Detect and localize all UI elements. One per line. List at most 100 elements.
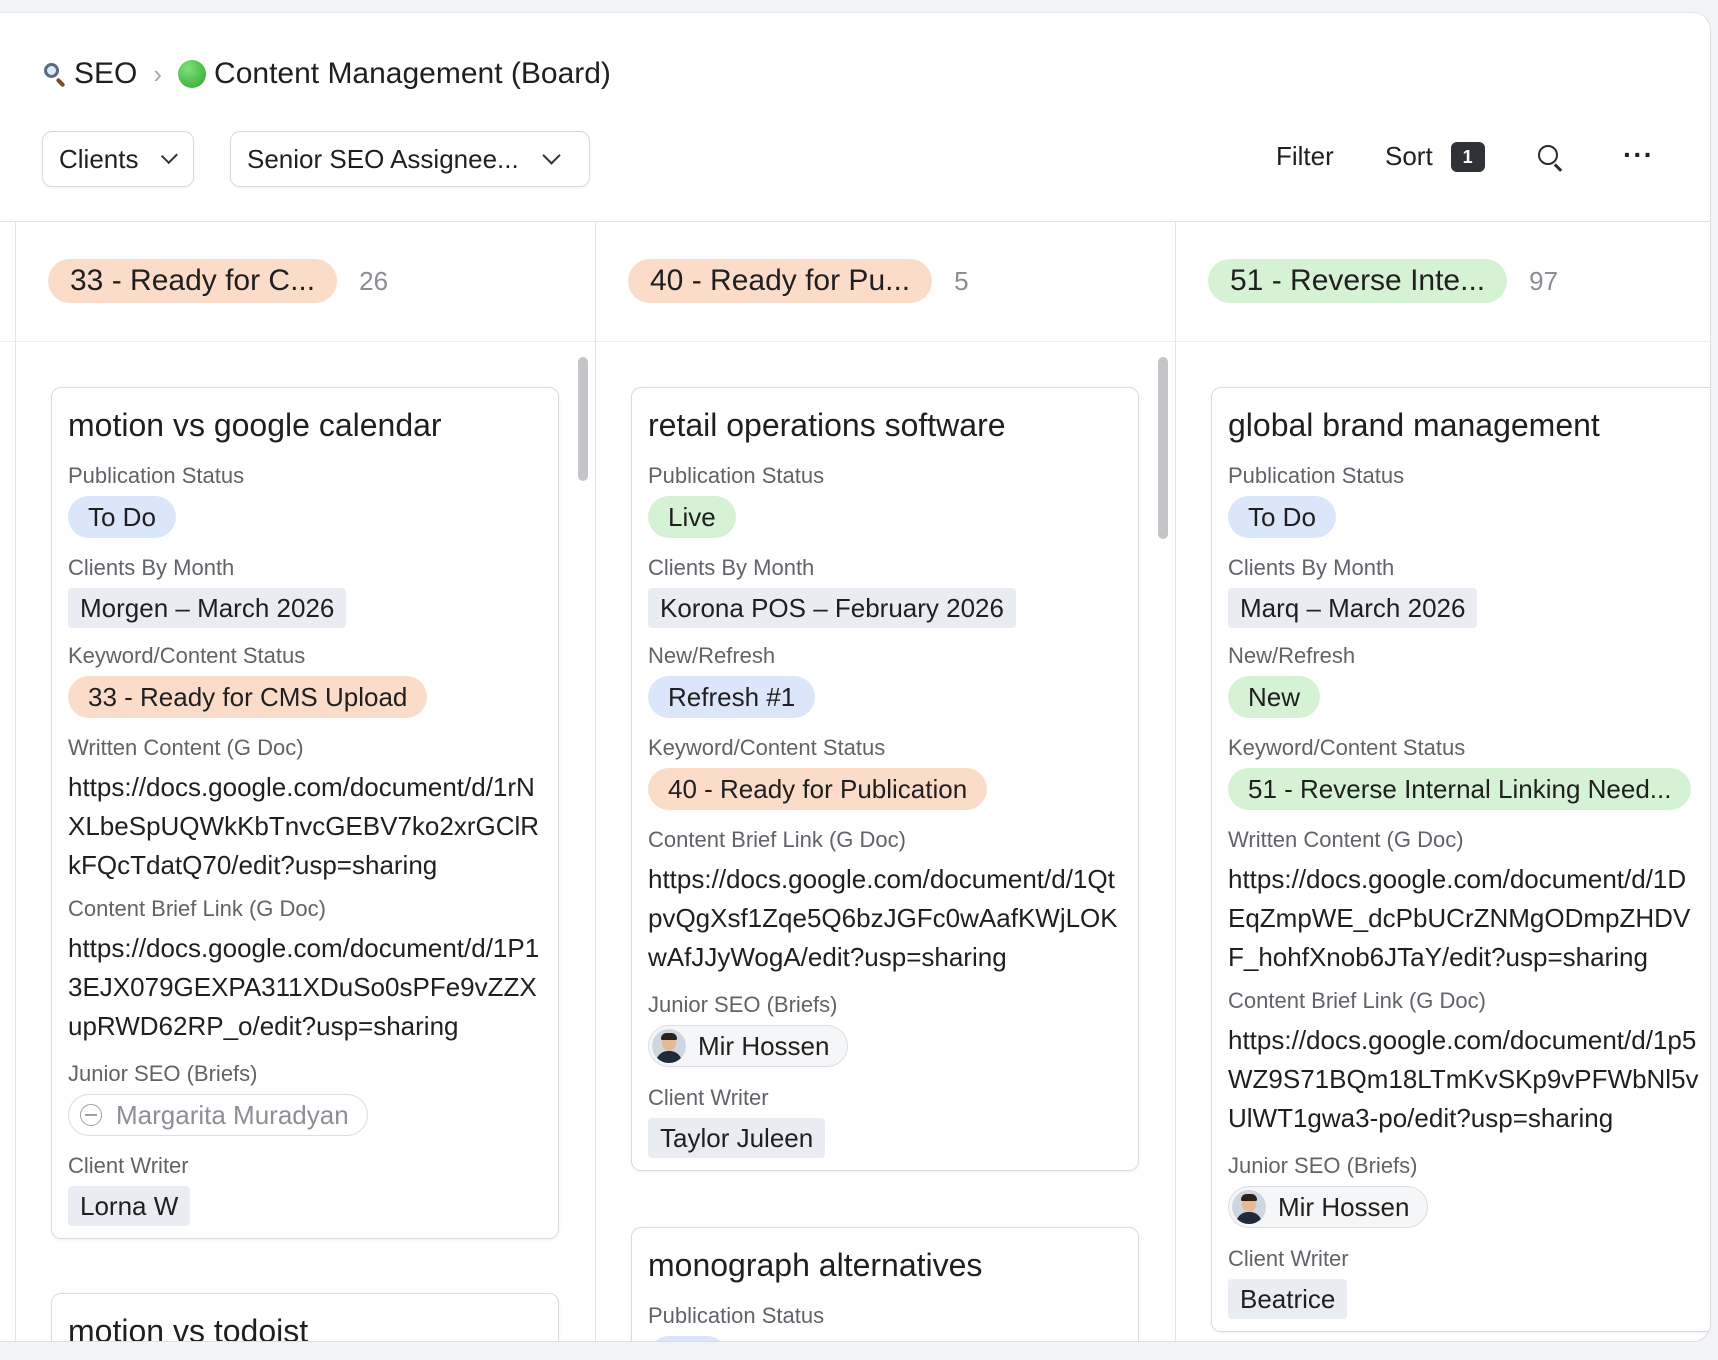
person-name: Mir Hossen xyxy=(1278,1192,1410,1222)
breadcrumb-separator-icon: › xyxy=(153,58,163,89)
field-label: Keyword/Content Status xyxy=(1228,735,1466,760)
written-content-link[interactable]: https://docs.google.com/document/d/1DEqZ… xyxy=(1228,860,1702,977)
publication-status-tag xyxy=(648,1336,728,1341)
field-label: Publication Status xyxy=(68,463,245,488)
client-writer-tag: Lorna W xyxy=(68,1186,191,1226)
publication-status-tag: To Do xyxy=(68,496,176,538)
field-label: Client Writer xyxy=(1228,1246,1349,1271)
content-brief-link[interactable]: https://docs.google.com/document/d/1Qtpv… xyxy=(648,860,1122,977)
card-motion-vs-google-calendar[interactable]: motion vs google calendar Publication St… xyxy=(51,387,559,1239)
card-title: monograph alternatives xyxy=(648,1247,983,1283)
card-global-brand-management[interactable]: global brand management Publication Stat… xyxy=(1211,387,1710,1332)
column-count: 97 xyxy=(1529,265,1559,296)
breadcrumb-current[interactable]: Content Management (Board) xyxy=(178,57,611,91)
junior-seo-person[interactable]: Margarita Muradyan xyxy=(68,1094,368,1136)
field-label: Content Brief Link (G Doc) xyxy=(68,896,326,921)
search-icon[interactable] xyxy=(1536,143,1566,173)
field-label: Junior SEO (Briefs) xyxy=(68,1061,258,1086)
column-count: 26 xyxy=(359,265,389,296)
breadcrumb: SEO › Content Management (Board) xyxy=(42,57,611,91)
column-header-51[interactable]: 51 - Reverse Inte... 97 xyxy=(1208,259,1558,303)
field-label: Content Brief Link (G Doc) xyxy=(1228,988,1486,1013)
junior-seo-person[interactable]: Mir Hossen xyxy=(1228,1186,1429,1228)
board-window: SEO › Content Management (Board) Clients… xyxy=(0,12,1711,1342)
board-top-divider xyxy=(0,221,1710,222)
field-label: Content Brief Link (G Doc) xyxy=(648,827,906,852)
column-33-body: motion vs google calendar Publication St… xyxy=(16,343,595,1341)
column-scrollbar[interactable] xyxy=(578,357,588,481)
filter-button-label: Filter xyxy=(1276,141,1334,171)
magnifier-emoji-icon xyxy=(42,62,66,88)
card-retail-operations-software[interactable]: retail operations software Publication S… xyxy=(631,387,1139,1171)
senior-seo-filter-dropdown[interactable]: Senior SEO Assignee... xyxy=(230,131,590,187)
card-title: motion vs google calendar xyxy=(68,407,442,443)
column-scrollbar[interactable] xyxy=(1158,357,1168,539)
column-status-pill: 33 - Ready for C... xyxy=(48,259,338,303)
column-51-body: global brand management Publication Stat… xyxy=(1176,343,1710,1341)
written-content-link[interactable]: https://docs.google.com/document/d/1rNXL… xyxy=(68,768,542,885)
chevron-down-icon xyxy=(161,146,179,164)
field-label: Clients By Month xyxy=(68,555,235,580)
new-refresh-tag: New xyxy=(1228,676,1321,718)
person-name: Margarita Muradyan xyxy=(116,1100,349,1130)
column-header-40[interactable]: 40 - Ready for Pu... 5 xyxy=(628,259,969,303)
avatar xyxy=(1232,1190,1266,1224)
filter-button[interactable]: Filter xyxy=(1276,141,1334,172)
card-motion-vs-todoist[interactable]: motion vs todoist xyxy=(51,1293,559,1341)
green-circle-icon xyxy=(178,60,207,88)
card-title: global brand management xyxy=(1228,407,1600,443)
clients-filter-dropdown[interactable]: Clients xyxy=(42,131,194,187)
sort-button-label: Sort xyxy=(1385,141,1433,171)
field-label: Written Content (G Doc) xyxy=(1228,827,1464,852)
card-title: retail operations software xyxy=(648,407,1006,443)
junior-seo-person[interactable]: Mir Hossen xyxy=(648,1025,849,1067)
breadcrumb-parent[interactable]: SEO xyxy=(42,57,137,91)
client-writer-tag: Beatrice xyxy=(1228,1279,1348,1319)
field-label: Clients By Month xyxy=(648,555,815,580)
field-label: Publication Status xyxy=(1228,463,1405,488)
keyword-status-tag: 33 - Ready for CMS Upload xyxy=(68,676,428,718)
senior-seo-filter-label: Senior SEO Assignee... xyxy=(247,143,519,174)
field-label: Keyword/Content Status xyxy=(648,735,886,760)
publication-status-tag: Live xyxy=(648,496,736,538)
client-writer-tag: Taylor Juleen xyxy=(648,1118,826,1158)
column-status-pill: 40 - Ready for Pu... xyxy=(628,259,933,303)
person-name: Mir Hossen xyxy=(698,1031,830,1061)
breadcrumb-parent-label: SEO xyxy=(74,57,138,90)
sort-count-badge: 1 xyxy=(1450,141,1485,172)
field-label: Client Writer xyxy=(68,1153,189,1178)
clients-by-month-tag: Morgen – March 2026 xyxy=(68,588,347,628)
column-header-33[interactable]: 33 - Ready for C... 26 xyxy=(48,259,388,303)
clients-filter-label: Clients xyxy=(59,143,139,174)
avatar xyxy=(652,1029,686,1063)
new-refresh-tag: Refresh #1 xyxy=(648,676,816,718)
field-label: Publication Status xyxy=(648,463,825,488)
clients-by-month-tag: Marq – March 2026 xyxy=(1228,588,1478,628)
unassigned-icon xyxy=(80,1104,102,1126)
column-count: 5 xyxy=(954,265,969,296)
field-label: Keyword/Content Status xyxy=(68,643,306,668)
chevron-down-icon xyxy=(542,145,561,165)
page-title: Content Management (Board) xyxy=(214,57,611,90)
sort-button[interactable]: Sort 1 xyxy=(1385,141,1485,172)
keyword-status-tag: 40 - Ready for Publication xyxy=(648,768,988,810)
publication-status-tag: To Do xyxy=(1228,496,1336,538)
keyword-status-tag: 51 - Reverse Internal Linking Need... xyxy=(1228,768,1692,810)
card-title: motion vs todoist xyxy=(68,1313,309,1341)
field-label: Client Writer xyxy=(648,1085,769,1110)
more-options-icon[interactable]: ··· xyxy=(1623,139,1654,171)
field-label: Written Content (G Doc) xyxy=(68,735,304,760)
field-label: Publication Status xyxy=(648,1303,825,1328)
content-brief-link[interactable]: https://docs.google.com/document/d/1p5WZ… xyxy=(1228,1021,1702,1138)
toolbar: Clients Senior SEO Assignee... Filter So… xyxy=(42,131,1710,191)
field-label: New/Refresh xyxy=(648,643,776,668)
clients-by-month-tag: Korona POS – February 2026 xyxy=(648,588,1016,628)
card-monograph-alternatives[interactable]: monograph alternatives Publication Statu… xyxy=(631,1227,1139,1341)
column-40-body: retail operations software Publication S… xyxy=(596,343,1175,1341)
board-header-divider xyxy=(0,341,1710,342)
field-label: Junior SEO (Briefs) xyxy=(1228,1153,1418,1178)
content-brief-link[interactable]: https://docs.google.com/document/d/1P13E… xyxy=(68,929,542,1046)
field-label: Junior SEO (Briefs) xyxy=(648,992,838,1017)
field-label: New/Refresh xyxy=(1228,643,1356,668)
column-status-pill: 51 - Reverse Inte... xyxy=(1208,259,1508,303)
